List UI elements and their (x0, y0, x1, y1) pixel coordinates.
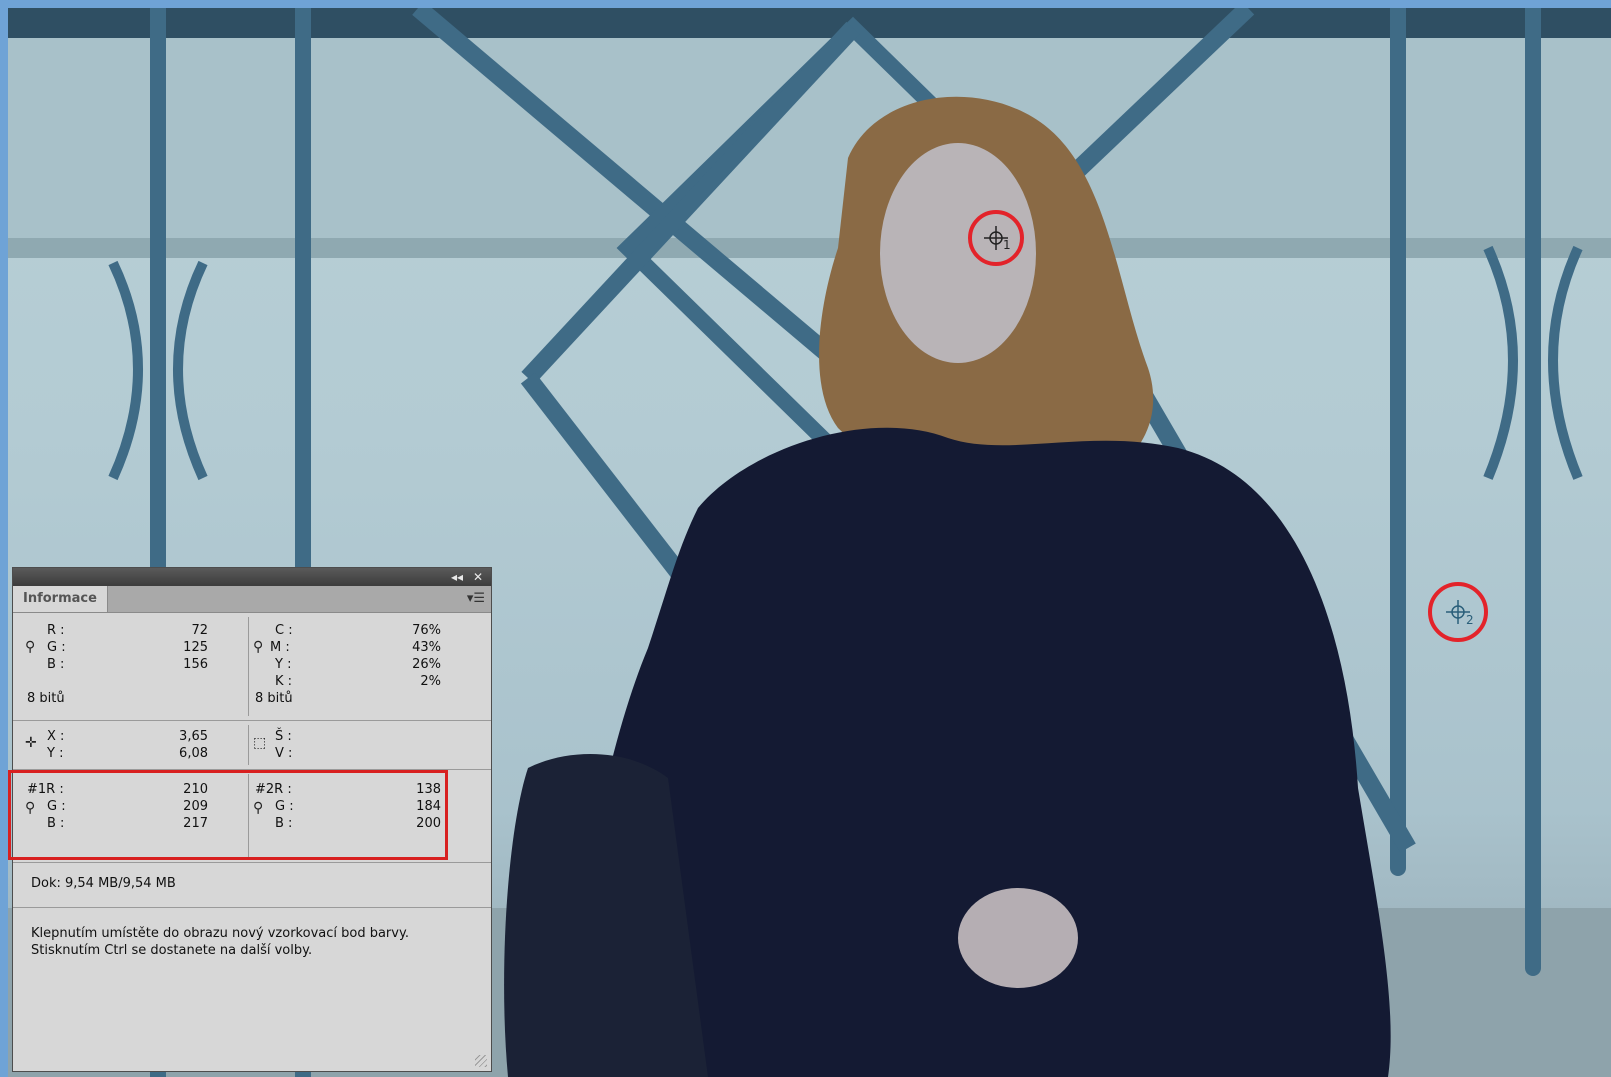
cmyk-bit-depth: 8 bitů (255, 691, 293, 706)
hint-line-2: Stisknutím Ctrl se dostanete na další vo… (31, 943, 313, 958)
label-b: B : (47, 657, 65, 672)
tab-info[interactable]: Informace (13, 586, 108, 612)
label-k: K : (275, 674, 293, 689)
color-readout-section: R : G : B : ⚲ 72 125 156 8 bitů C : M : … (13, 613, 491, 721)
sampler-highlight-box (8, 770, 448, 860)
hint-section: Klepnutím umístěte do obrazu nový vzorko… (13, 908, 491, 1058)
label-c: C : (275, 623, 293, 638)
label-m: M : (270, 640, 290, 655)
value-x: 3,65 (179, 729, 208, 744)
label-y: Y : (275, 657, 292, 672)
value-k: 2% (420, 674, 441, 689)
label-height: V : (275, 746, 293, 761)
value-g: 125 (183, 640, 208, 655)
label-y: Y : (47, 746, 64, 761)
label-g: G : (47, 640, 66, 655)
label-x: X : (47, 729, 65, 744)
rgb-bit-depth: 8 bitů (27, 691, 65, 706)
value-m: 43% (412, 640, 441, 655)
close-panel-button[interactable]: ✕ (473, 569, 483, 585)
resize-grip[interactable] (475, 1055, 487, 1067)
sampler-number: 2 (1466, 613, 1474, 627)
value-b: 156 (183, 657, 208, 672)
value-y: 26% (412, 657, 441, 672)
position-section: ✛ X : Y : 3,65 6,08 ⬚ Š : V : (13, 721, 491, 770)
panel-tabbar: Informace ▾☰ (13, 586, 491, 613)
value-y: 6,08 (179, 746, 208, 761)
label-width: Š : (275, 729, 292, 744)
eyedropper-icon[interactable]: ⚲ (253, 639, 263, 655)
color-sampler-2[interactable]: 2 (1428, 582, 1488, 642)
eyedropper-icon[interactable]: ⚲ (25, 639, 35, 655)
panel-titlebar: ◂◂ ✕ (13, 568, 491, 586)
sampler-number: 1 (1003, 238, 1011, 252)
document-size: Dok: 9,54 MB/9,54 MB (31, 876, 176, 891)
image-frame: 1 2 ◂◂ ✕ Informace ▾☰ R : G : B : ⚲ 72 1… (0, 0, 1611, 1077)
value-c: 76% (412, 623, 441, 638)
collapse-panel-button[interactable]: ◂◂ (451, 569, 463, 585)
document-size-section: Dok: 9,54 MB/9,54 MB (13, 863, 491, 908)
panel-menu-icon[interactable]: ▾☰ (467, 591, 485, 606)
color-sampler-1[interactable]: 1 (968, 210, 1024, 266)
crosshair-position-icon: ✛ (25, 735, 37, 751)
value-r: 72 (191, 623, 208, 638)
label-r: R : (47, 623, 65, 638)
selection-size-icon: ⬚ (253, 735, 267, 751)
hint-line-1: Klepnutím umístěte do obrazu nový vzorko… (31, 926, 409, 941)
